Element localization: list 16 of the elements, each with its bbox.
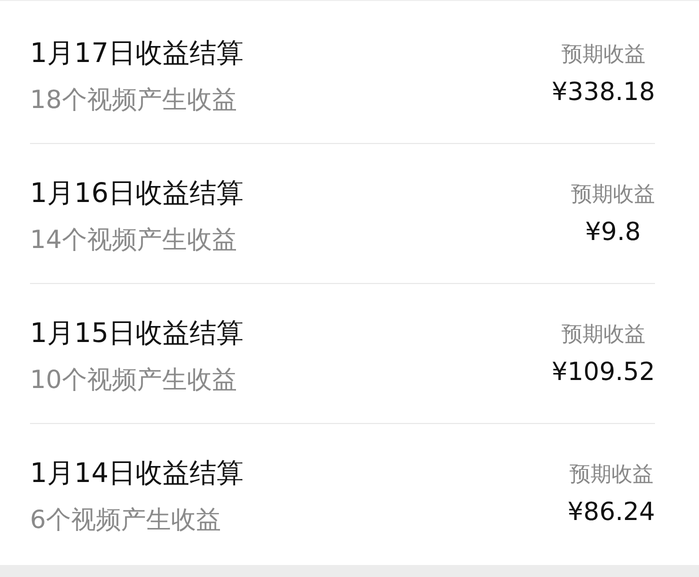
expected-earnings-label: 预期收益 [571, 181, 655, 208]
video-count: 6个视频产生收益 [30, 504, 222, 536]
settlement-title: 1月17日收益结算 [30, 37, 244, 71]
settlement-title: 1月16日收益结算 [30, 177, 244, 211]
video-count: 10个视频产生收益 [30, 364, 238, 396]
earnings-amount: ¥9.8 [585, 216, 641, 248]
video-count: 18个视频产生收益 [30, 84, 238, 116]
settlement-title: 1月14日收益结算 [30, 457, 244, 491]
expected-earnings-label: 预期收益 [561, 321, 646, 348]
earnings-amount: ¥109.52 [552, 356, 655, 388]
expected-earnings-label: 预期收益 [561, 41, 646, 68]
earnings-amount: ¥338.18 [552, 76, 655, 108]
earnings-amount: ¥86.24 [568, 496, 655, 528]
expected-earnings-label: 预期收益 [569, 461, 654, 488]
settlement-title: 1月15日收益结算 [30, 317, 244, 351]
video-count: 14个视频产生收益 [30, 224, 238, 256]
